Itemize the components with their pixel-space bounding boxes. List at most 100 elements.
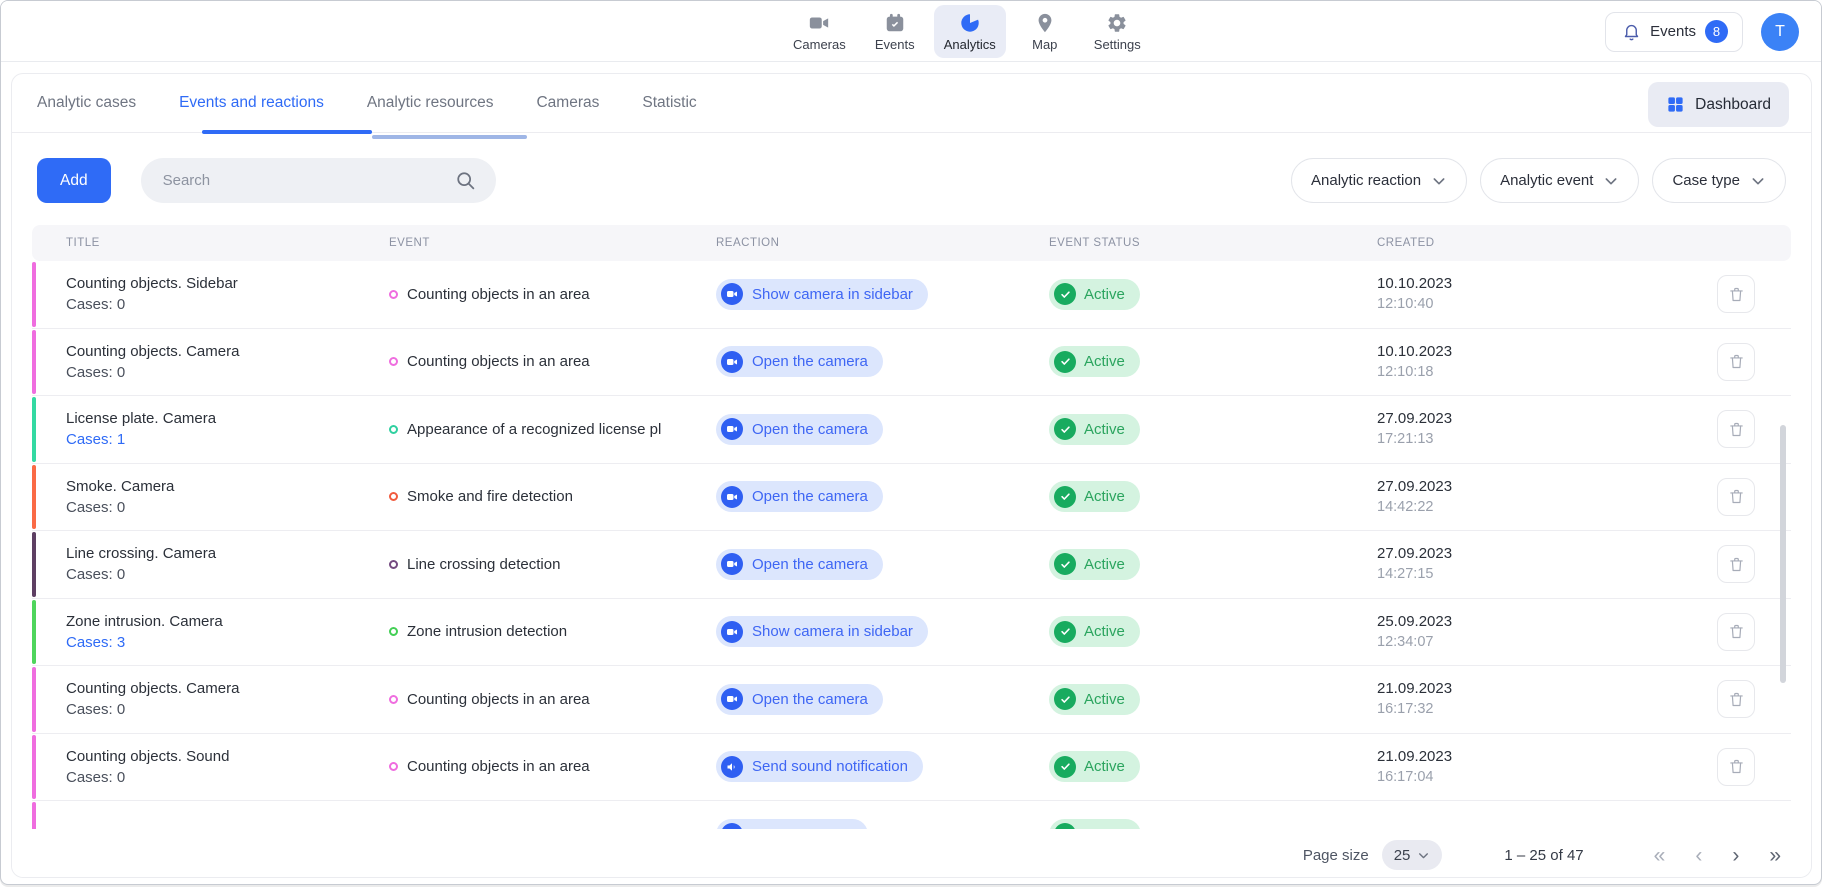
row-color-bar	[32, 735, 36, 800]
created-cell: 21.09.2023	[1377, 824, 1717, 829]
row-cases-link[interactable]: Cases: 0	[66, 362, 389, 383]
tab-events-and-reactions[interactable]: Events and reactions	[179, 94, 324, 112]
check-icon	[1054, 688, 1076, 710]
chevron-down-icon	[1417, 849, 1430, 862]
dashboard-button[interactable]: Dashboard	[1648, 82, 1789, 127]
tab-statistic[interactable]: Statistic	[642, 94, 696, 112]
actions-cell	[1717, 748, 1791, 786]
events-count-badge: 8	[1705, 20, 1728, 43]
status-label: Active	[1084, 623, 1125, 640]
delete-button[interactable]	[1717, 680, 1755, 718]
first-page-button[interactable]: «	[1654, 845, 1666, 866]
created-cell: 10.10.2023 12:10:40	[1377, 273, 1717, 315]
title-cell: Smoke. Camera Cases: 0	[32, 476, 389, 518]
user-avatar[interactable]: T	[1761, 13, 1799, 51]
reaction-chip[interactable]: Open the camera	[716, 549, 883, 580]
event-cell: Line crossing detection	[389, 556, 716, 573]
reaction-chip[interactable]: Open the camera	[716, 414, 883, 445]
camera-icon	[726, 693, 738, 705]
search-input[interactable]	[141, 158, 496, 203]
event-type-dot	[389, 492, 398, 501]
row-color-bar	[32, 600, 36, 665]
filter-analytic-event[interactable]: Analytic event	[1480, 158, 1639, 203]
add-button[interactable]: Add	[37, 158, 111, 203]
filter-analytic-reaction[interactable]: Analytic reaction	[1291, 158, 1467, 203]
table-body: Counting objects. Sidebar Cases: 0 Count…	[32, 261, 1791, 829]
row-color-bar	[32, 667, 36, 732]
vertical-scrollbar-thumb[interactable]	[1780, 425, 1786, 683]
camera-icon	[726, 558, 738, 570]
delete-button[interactable]	[1717, 748, 1755, 786]
delete-button[interactable]	[1717, 410, 1755, 448]
camera-icon	[726, 491, 738, 503]
toolbar: Add Analytic reaction Analytic event	[37, 158, 1786, 203]
nav-item-analytics[interactable]: Analytics	[934, 5, 1006, 58]
nav-item-settings[interactable]: Settings	[1084, 5, 1151, 58]
nav-item-events[interactable]: Events	[864, 5, 926, 58]
nav-label: Map	[1032, 37, 1057, 52]
nav-item-cameras[interactable]: Cameras	[783, 5, 856, 58]
last-page-button[interactable]: »	[1769, 845, 1781, 866]
nav-item-map[interactable]: Map	[1014, 5, 1076, 58]
status-badge: Active	[1049, 751, 1140, 782]
reaction-chip[interactable]: Show camera in sidebar	[716, 616, 928, 647]
tab-strip-scrollbar[interactable]	[372, 135, 527, 139]
reaction-chip[interactable]: Open the camera	[716, 684, 883, 715]
row-cases-link[interactable]: Cases: 3	[66, 632, 389, 653]
next-page-button[interactable]: ›	[1732, 845, 1739, 866]
check-icon	[1054, 756, 1076, 778]
reaction-icon	[721, 756, 743, 778]
status-cell: Active	[1049, 346, 1377, 377]
table-row: Counting objects. Camera Cases: 0 Counti…	[32, 329, 1791, 397]
row-color-bar	[32, 802, 36, 829]
speaker-icon	[726, 761, 738, 773]
row-cases-link[interactable]: Cases: 0	[66, 767, 389, 788]
reaction-icon	[721, 283, 743, 305]
reaction-chip[interactable]: Open the camera	[716, 346, 883, 377]
page-size-value: 25	[1394, 847, 1411, 864]
events-notifications-button[interactable]: Events 8	[1605, 12, 1743, 52]
created-date: 27.09.2023	[1377, 543, 1717, 564]
search-icon	[455, 170, 476, 191]
reaction-chip[interactable]: Show camera in sidebar	[716, 279, 928, 310]
dashboard-grid-icon	[1666, 95, 1685, 114]
reaction-chip[interactable]	[716, 819, 868, 829]
reaction-icon	[721, 351, 743, 373]
reaction-cell: Open the camera	[716, 549, 1049, 580]
row-cases-link[interactable]: Cases: 0	[66, 564, 389, 585]
delete-button[interactable]	[1717, 343, 1755, 381]
reaction-label: Open the camera	[752, 421, 868, 438]
check-icon	[1054, 351, 1076, 373]
pie-chart-icon	[959, 12, 981, 34]
reaction-chip[interactable]: Send sound notification	[716, 751, 923, 782]
tab-analytic-resources[interactable]: Analytic resources	[367, 94, 494, 112]
actions-cell	[1717, 815, 1791, 829]
row-cases-link[interactable]: Cases: 0	[66, 294, 389, 315]
delete-button[interactable]	[1717, 275, 1755, 313]
actions-cell	[1717, 275, 1791, 313]
status-cell: Active	[1049, 414, 1377, 445]
previous-page-button[interactable]: ‹	[1695, 845, 1702, 866]
event-cell: Counting objects in an area	[389, 691, 716, 708]
filter-case-type[interactable]: Case type	[1652, 158, 1786, 203]
page-size-select[interactable]: 25	[1382, 840, 1443, 870]
delete-button[interactable]	[1717, 545, 1755, 583]
reaction-chip[interactable]: Open the camera	[716, 481, 883, 512]
chevron-down-icon	[1750, 173, 1766, 189]
search-box	[141, 158, 496, 203]
top-right-controls: Events 8 T	[1605, 1, 1799, 62]
reaction-label: Show camera in sidebar	[752, 623, 913, 640]
delete-button[interactable]	[1717, 613, 1755, 651]
status-badge: Active	[1049, 414, 1140, 445]
row-cases-link[interactable]: Cases: 1	[66, 429, 389, 450]
delete-button[interactable]	[1717, 478, 1755, 516]
title-cell: Counting objects. Camera Cases: 0	[32, 678, 389, 720]
status-badge: Active	[1049, 616, 1140, 647]
event-label: Line crossing detection	[407, 556, 560, 573]
tab-analytic-cases[interactable]: Analytic cases	[37, 94, 136, 112]
tab-cameras[interactable]: Cameras	[536, 94, 599, 112]
row-title: Counting objects. Sound	[66, 746, 389, 767]
main-nav: Cameras Events Analytics Map	[783, 1, 1151, 62]
row-cases-link[interactable]: Cases: 0	[66, 497, 389, 518]
row-cases-link[interactable]: Cases: 0	[66, 699, 389, 720]
